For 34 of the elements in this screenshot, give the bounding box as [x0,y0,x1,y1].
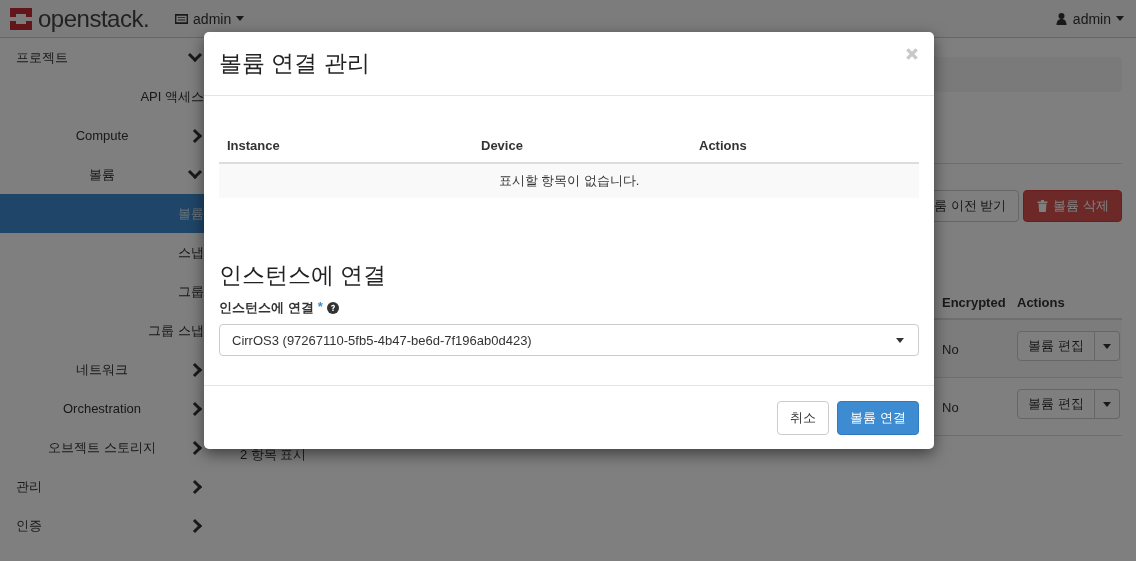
user-menu[interactable]: admin [1054,10,1124,27]
caret-icon [236,16,245,21]
caret-icon [896,337,904,343]
table-cell: No [942,342,959,357]
edit-volume-button[interactable]: 볼륨 편집 [1017,331,1095,361]
logo-icon [8,5,34,32]
dialog-button[interactable]: 취소 [777,401,830,435]
table-cell: No [942,400,959,415]
sidebar-item[interactable]: 인증 [0,506,220,545]
section-title: 인스턴스에 연결 [219,261,388,290]
dialog-button[interactable]: 볼륨 연결 [837,401,919,435]
modal-title: 볼륨 연결 관리 [219,49,370,78]
logo-text: openstack. [38,4,150,33]
trash-icon [1036,200,1050,212]
user-icon [1054,12,1068,25]
toolbar-button[interactable]: 볼륨 삭제 [1023,190,1122,222]
column-header: Actions [1016,295,1066,310]
caret-icon [1116,16,1124,21]
instance-select[interactable]: CirrOS3 (97267110-5fb5-4b47-be6d-7f196ab0d423) [219,324,919,356]
list-icon [175,12,189,25]
edit-volume-button[interactable]: 볼륨 편집 [1017,389,1095,419]
field-label: 인스턴스에 연결 [219,299,314,317]
empty-table-message: 표시할 항목이 없습니다. [219,164,919,198]
required-mark: * [317,299,323,314]
sidebar-item[interactable]: 관리 [0,467,220,506]
help-icon[interactable] [326,302,339,314]
column-header: Actions [698,137,747,153]
item-count: 2 항목 표시 [240,447,307,462]
dropdown-toggle[interactable] [1094,331,1120,361]
project-menu[interactable]: admin [175,10,245,27]
column-header: Encrypted [941,295,1007,310]
column-header: Instance [226,137,281,153]
column-header: Device [480,137,524,153]
dropdown-toggle[interactable] [1094,389,1120,419]
